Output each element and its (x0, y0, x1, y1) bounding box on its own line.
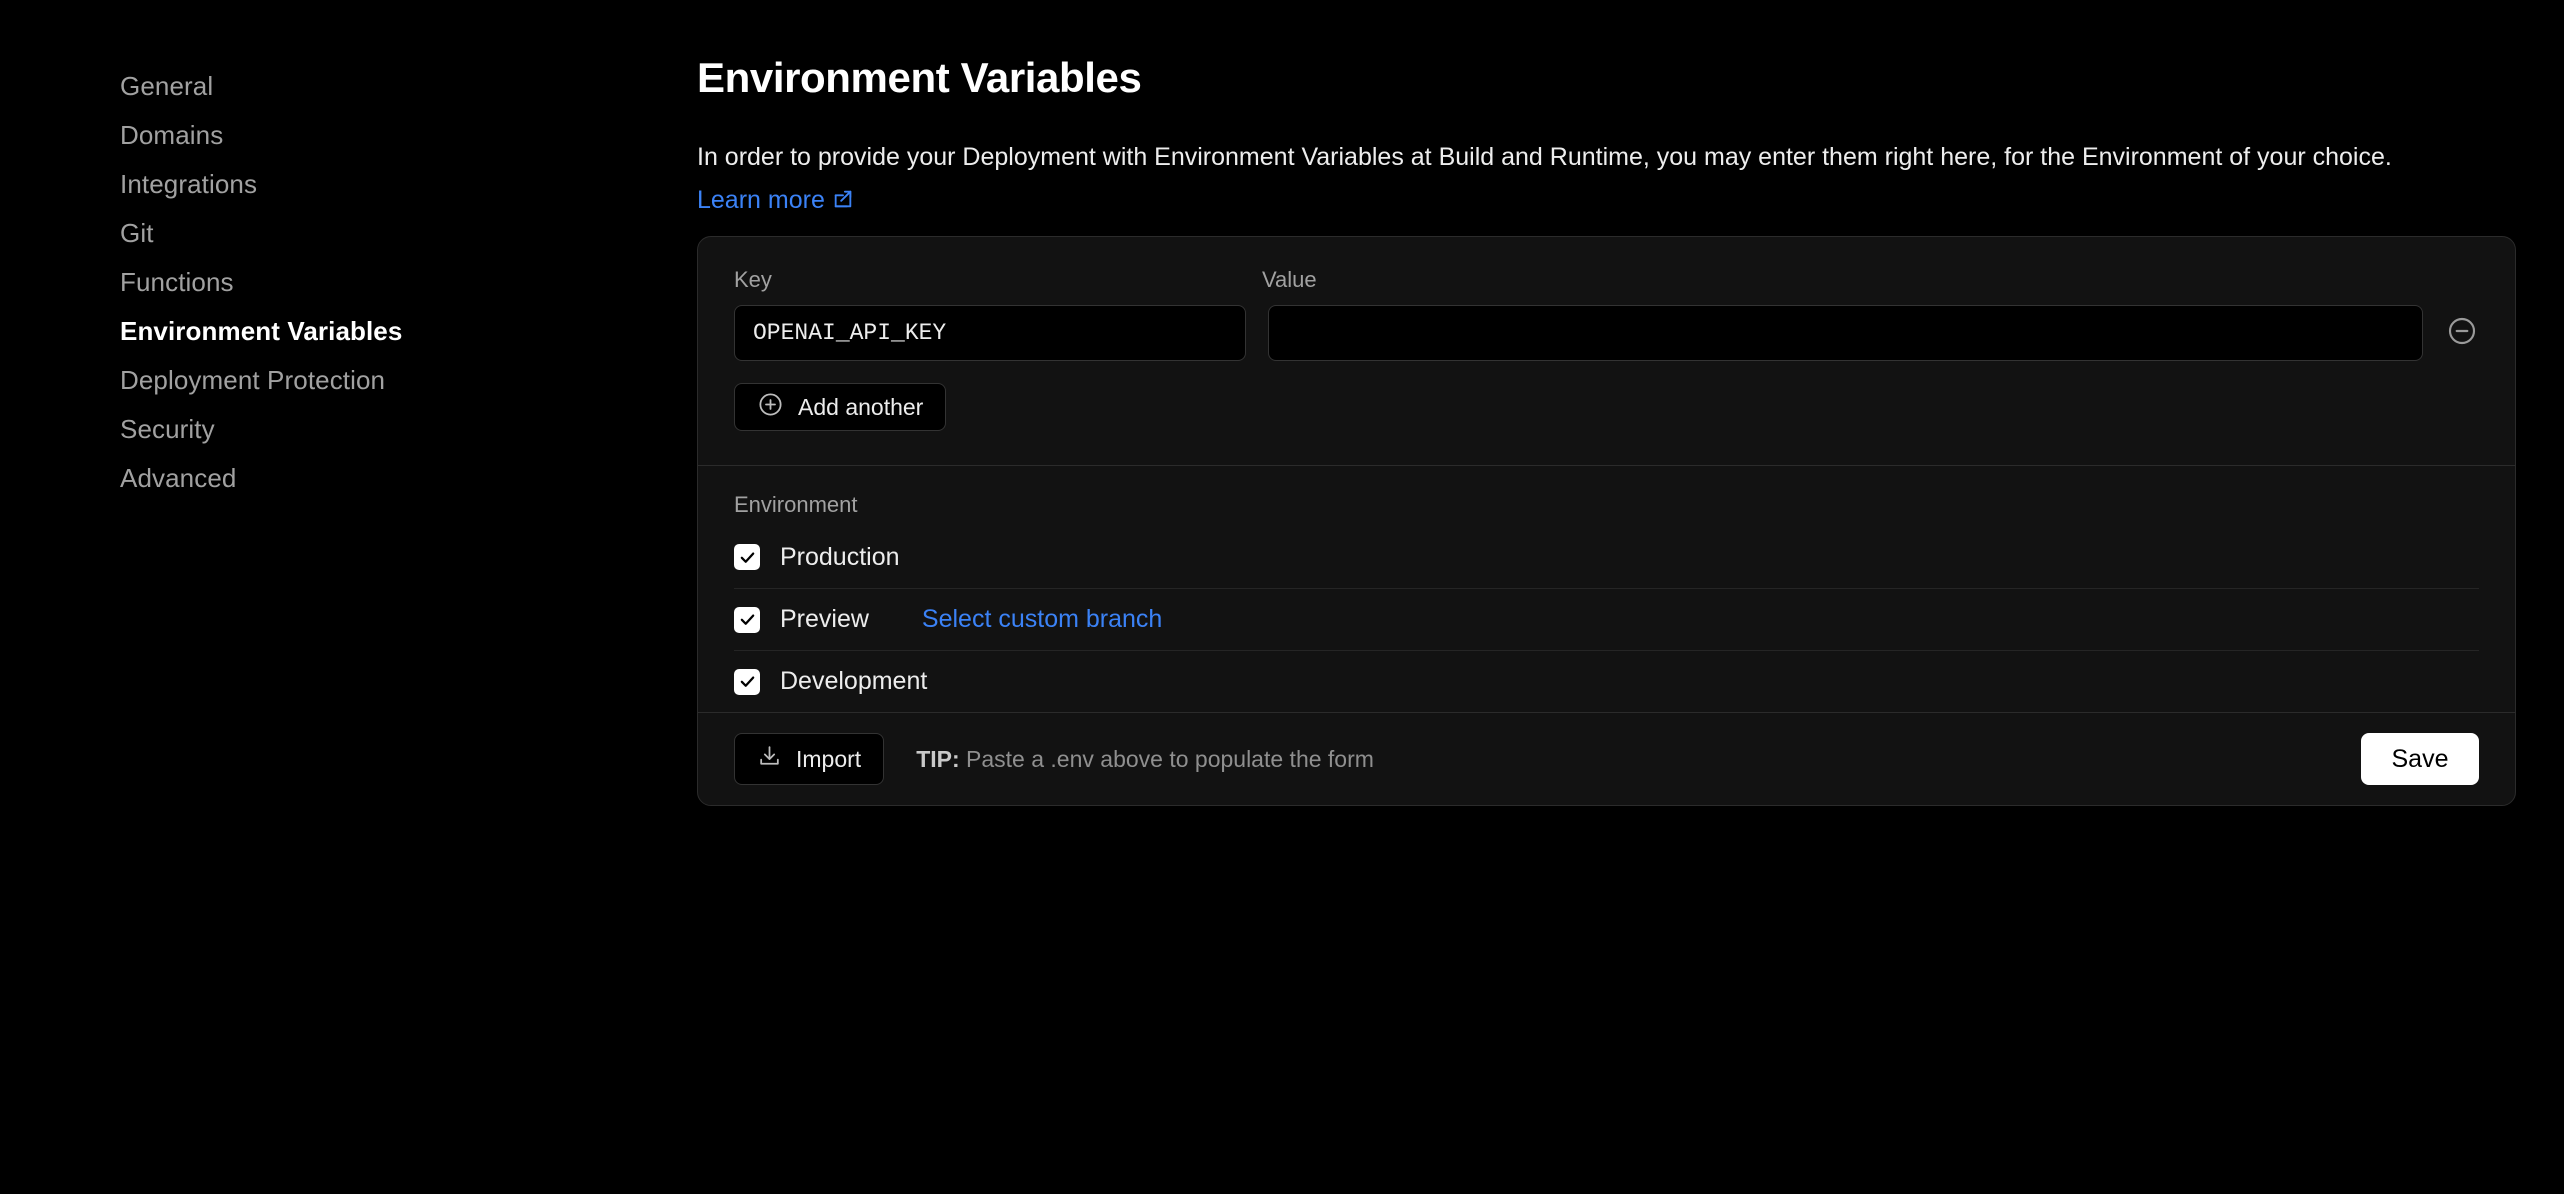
learn-more-label: Learn more (697, 186, 825, 214)
tip-text: Paste a .env above to populate the form (966, 746, 1374, 772)
learn-more-link[interactable]: Learn more (697, 186, 854, 214)
environment-label-preview: Preview (780, 605, 869, 634)
card-footer: Import TIP: Paste a .env above to popula… (698, 712, 2515, 805)
settings-sidebar: General Domains Integrations Git Functio… (0, 0, 700, 1194)
sidebar-item-domains[interactable]: Domains (0, 111, 700, 160)
main-content: Environment Variables In order to provid… (697, 0, 2564, 1194)
checkbox-production[interactable] (734, 544, 760, 570)
checkbox-preview[interactable] (734, 607, 760, 633)
minus-circle-icon (2446, 315, 2478, 352)
download-icon (757, 744, 782, 775)
key-column-label: Key (734, 267, 1262, 293)
sidebar-item-security[interactable]: Security (0, 405, 700, 454)
sidebar-item-advanced[interactable]: Advanced (0, 454, 700, 503)
env-var-row: OPENAI_API_KEY (734, 305, 2479, 361)
sidebar-item-environment-variables[interactable]: Environment Variables (0, 307, 700, 356)
environment-label-production: Production (780, 543, 900, 572)
environment-section-label: Environment (734, 492, 2479, 518)
card-body: Key Value OPENAI_API_KEY Add another (698, 237, 2515, 465)
import-button[interactable]: Import (734, 733, 884, 785)
environment-option-preview[interactable]: Preview Select custom branch (734, 588, 2479, 650)
add-another-label: Add another (798, 394, 923, 421)
page-title: Environment Variables (697, 52, 2484, 104)
environment-variables-card: Key Value OPENAI_API_KEY Add another (697, 236, 2516, 806)
check-icon (739, 549, 756, 566)
sidebar-item-git[interactable]: Git (0, 209, 700, 258)
settings-page: General Domains Integrations Git Functio… (0, 0, 2564, 1194)
tip-prefix: TIP: (916, 746, 959, 772)
checkbox-development[interactable] (734, 669, 760, 695)
remove-row-button[interactable] (2445, 316, 2479, 350)
environment-option-production[interactable]: Production (734, 526, 2479, 588)
environment-section: Environment Production Preview Select cu… (698, 466, 2515, 712)
check-icon (739, 611, 756, 628)
environment-label-development: Development (780, 667, 927, 696)
save-button[interactable]: Save (2361, 733, 2479, 785)
key-input[interactable]: OPENAI_API_KEY (734, 305, 1246, 361)
value-column-label: Value (1262, 267, 1317, 293)
select-custom-branch-link[interactable]: Select custom branch (922, 605, 1162, 634)
value-input[interactable] (1268, 305, 2423, 361)
sidebar-item-functions[interactable]: Functions (0, 258, 700, 307)
kv-column-labels: Key Value (734, 267, 2479, 293)
import-label: Import (796, 746, 861, 773)
sidebar-item-general[interactable]: General (0, 62, 700, 111)
plus-circle-icon (757, 391, 784, 424)
external-link-icon (832, 181, 854, 224)
sidebar-item-deployment-protection[interactable]: Deployment Protection (0, 356, 700, 405)
environment-option-development[interactable]: Development (734, 650, 2479, 712)
check-icon (739, 673, 756, 690)
page-description: In order to provide your Deployment with… (697, 136, 2484, 224)
sidebar-item-integrations[interactable]: Integrations (0, 160, 700, 209)
description-text: In order to provide your Deployment with… (697, 143, 2392, 171)
add-another-button[interactable]: Add another (734, 383, 946, 431)
import-tip: TIP: Paste a .env above to populate the … (916, 746, 1374, 773)
